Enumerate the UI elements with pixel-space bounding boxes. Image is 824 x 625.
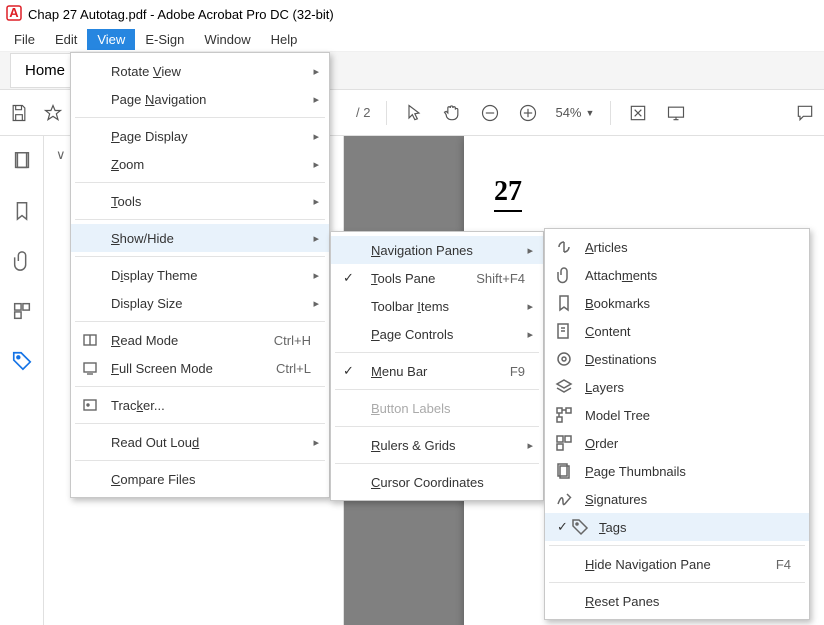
pointer-icon[interactable]	[403, 102, 425, 124]
menu-cursor-coordinates[interactable]: Cursor Coordinates	[331, 468, 543, 496]
menu-toolbar-items[interactable]: Toolbar Items	[331, 292, 543, 320]
menu-articles[interactable]: Articles	[545, 233, 809, 261]
app-icon: A	[6, 5, 22, 24]
menu-bar: File Edit View E-Sign Window Help	[0, 28, 824, 52]
zoom-in-icon[interactable]	[517, 102, 539, 124]
menu-hide-navigation-pane[interactable]: Hide Navigation PaneF4	[545, 550, 809, 578]
menu-page-controls[interactable]: Page Controls	[331, 320, 543, 348]
menu-tags[interactable]: ✓Tags	[545, 513, 809, 541]
menu-edit[interactable]: Edit	[45, 29, 87, 50]
presentation-icon[interactable]	[665, 102, 687, 124]
menu-full-screen[interactable]: Full Screen ModeCtrl+L	[71, 354, 329, 382]
comment-icon[interactable]	[794, 102, 816, 124]
menu-order[interactable]: Order	[545, 429, 809, 457]
menu-signatures[interactable]: Signatures	[545, 485, 809, 513]
menu-button-labels: Button Labels	[331, 394, 543, 422]
thumbnails-icon[interactable]	[11, 150, 33, 172]
menu-file[interactable]: File	[4, 29, 45, 50]
hand-icon[interactable]	[441, 102, 463, 124]
menu-view[interactable]: View	[87, 29, 135, 50]
menu-display-theme[interactable]: Display Theme	[71, 261, 329, 289]
menu-tools[interactable]: Tools	[71, 187, 329, 215]
menu-tools-pane[interactable]: ✓Tools PaneShift+F4	[331, 264, 543, 292]
bookmark-icon[interactable]	[11, 200, 33, 222]
fit-icon[interactable]	[627, 102, 649, 124]
order-icon[interactable]	[11, 300, 33, 322]
menu-model-tree[interactable]: Model Tree	[545, 401, 809, 429]
attachment-icon[interactable]	[11, 250, 33, 272]
left-rail	[0, 136, 44, 625]
menu-tracker[interactable]: Tracker...	[71, 391, 329, 419]
navigation-panes-submenu: Articles Attachments Bookmarks Content D…	[544, 228, 810, 620]
menu-menu-bar[interactable]: ✓Menu BarF9	[331, 357, 543, 385]
menu-zoom[interactable]: Zoom	[71, 150, 329, 178]
menu-page-navigation[interactable]: Page Navigation	[71, 85, 329, 113]
menu-page-thumbnails[interactable]: Page Thumbnails	[545, 457, 809, 485]
menu-attachments[interactable]: Attachments	[545, 261, 809, 289]
menu-navigation-panes[interactable]: Navigation Panes	[331, 236, 543, 264]
menu-rulers-grids[interactable]: Rulers & Grids	[331, 431, 543, 459]
menu-esign[interactable]: E-Sign	[135, 29, 194, 50]
menu-help[interactable]: Help	[261, 29, 308, 50]
star-icon[interactable]	[42, 102, 64, 124]
tags-icon[interactable]	[11, 350, 33, 372]
zoom-out-icon[interactable]	[479, 102, 501, 124]
svg-text:A: A	[9, 5, 19, 20]
menu-reset-panes[interactable]: Reset Panes	[545, 587, 809, 615]
menu-rotate-view[interactable]: Rotate View	[71, 57, 329, 85]
menu-destinations[interactable]: Destinations	[545, 345, 809, 373]
view-menu-dropdown: Rotate View Page Navigation Page Display…	[70, 52, 330, 498]
save-icon[interactable]	[8, 102, 30, 124]
menu-compare-files[interactable]: Compare Files	[71, 465, 329, 493]
page-heading: 27	[494, 176, 522, 212]
menu-window[interactable]: Window	[194, 29, 260, 50]
menu-read-mode[interactable]: Read ModeCtrl+H	[71, 326, 329, 354]
show-hide-submenu: Navigation Panes ✓Tools PaneShift+F4 Too…	[330, 231, 544, 501]
menu-layers[interactable]: Layers	[545, 373, 809, 401]
menu-page-display[interactable]: Page Display	[71, 122, 329, 150]
menu-show-hide[interactable]: Show/Hide	[71, 224, 329, 252]
menu-read-out-loud[interactable]: Read Out Loud	[71, 428, 329, 456]
menu-content[interactable]: Content	[545, 317, 809, 345]
title-bar: A Chap 27 Autotag.pdf - Adobe Acrobat Pr…	[0, 0, 824, 28]
page-count: / 2	[356, 105, 370, 120]
menu-display-size[interactable]: Display Size	[71, 289, 329, 317]
zoom-level[interactable]: 54%▼	[555, 105, 594, 120]
window-title: Chap 27 Autotag.pdf - Adobe Acrobat Pro …	[28, 7, 334, 22]
menu-bookmarks[interactable]: Bookmarks	[545, 289, 809, 317]
